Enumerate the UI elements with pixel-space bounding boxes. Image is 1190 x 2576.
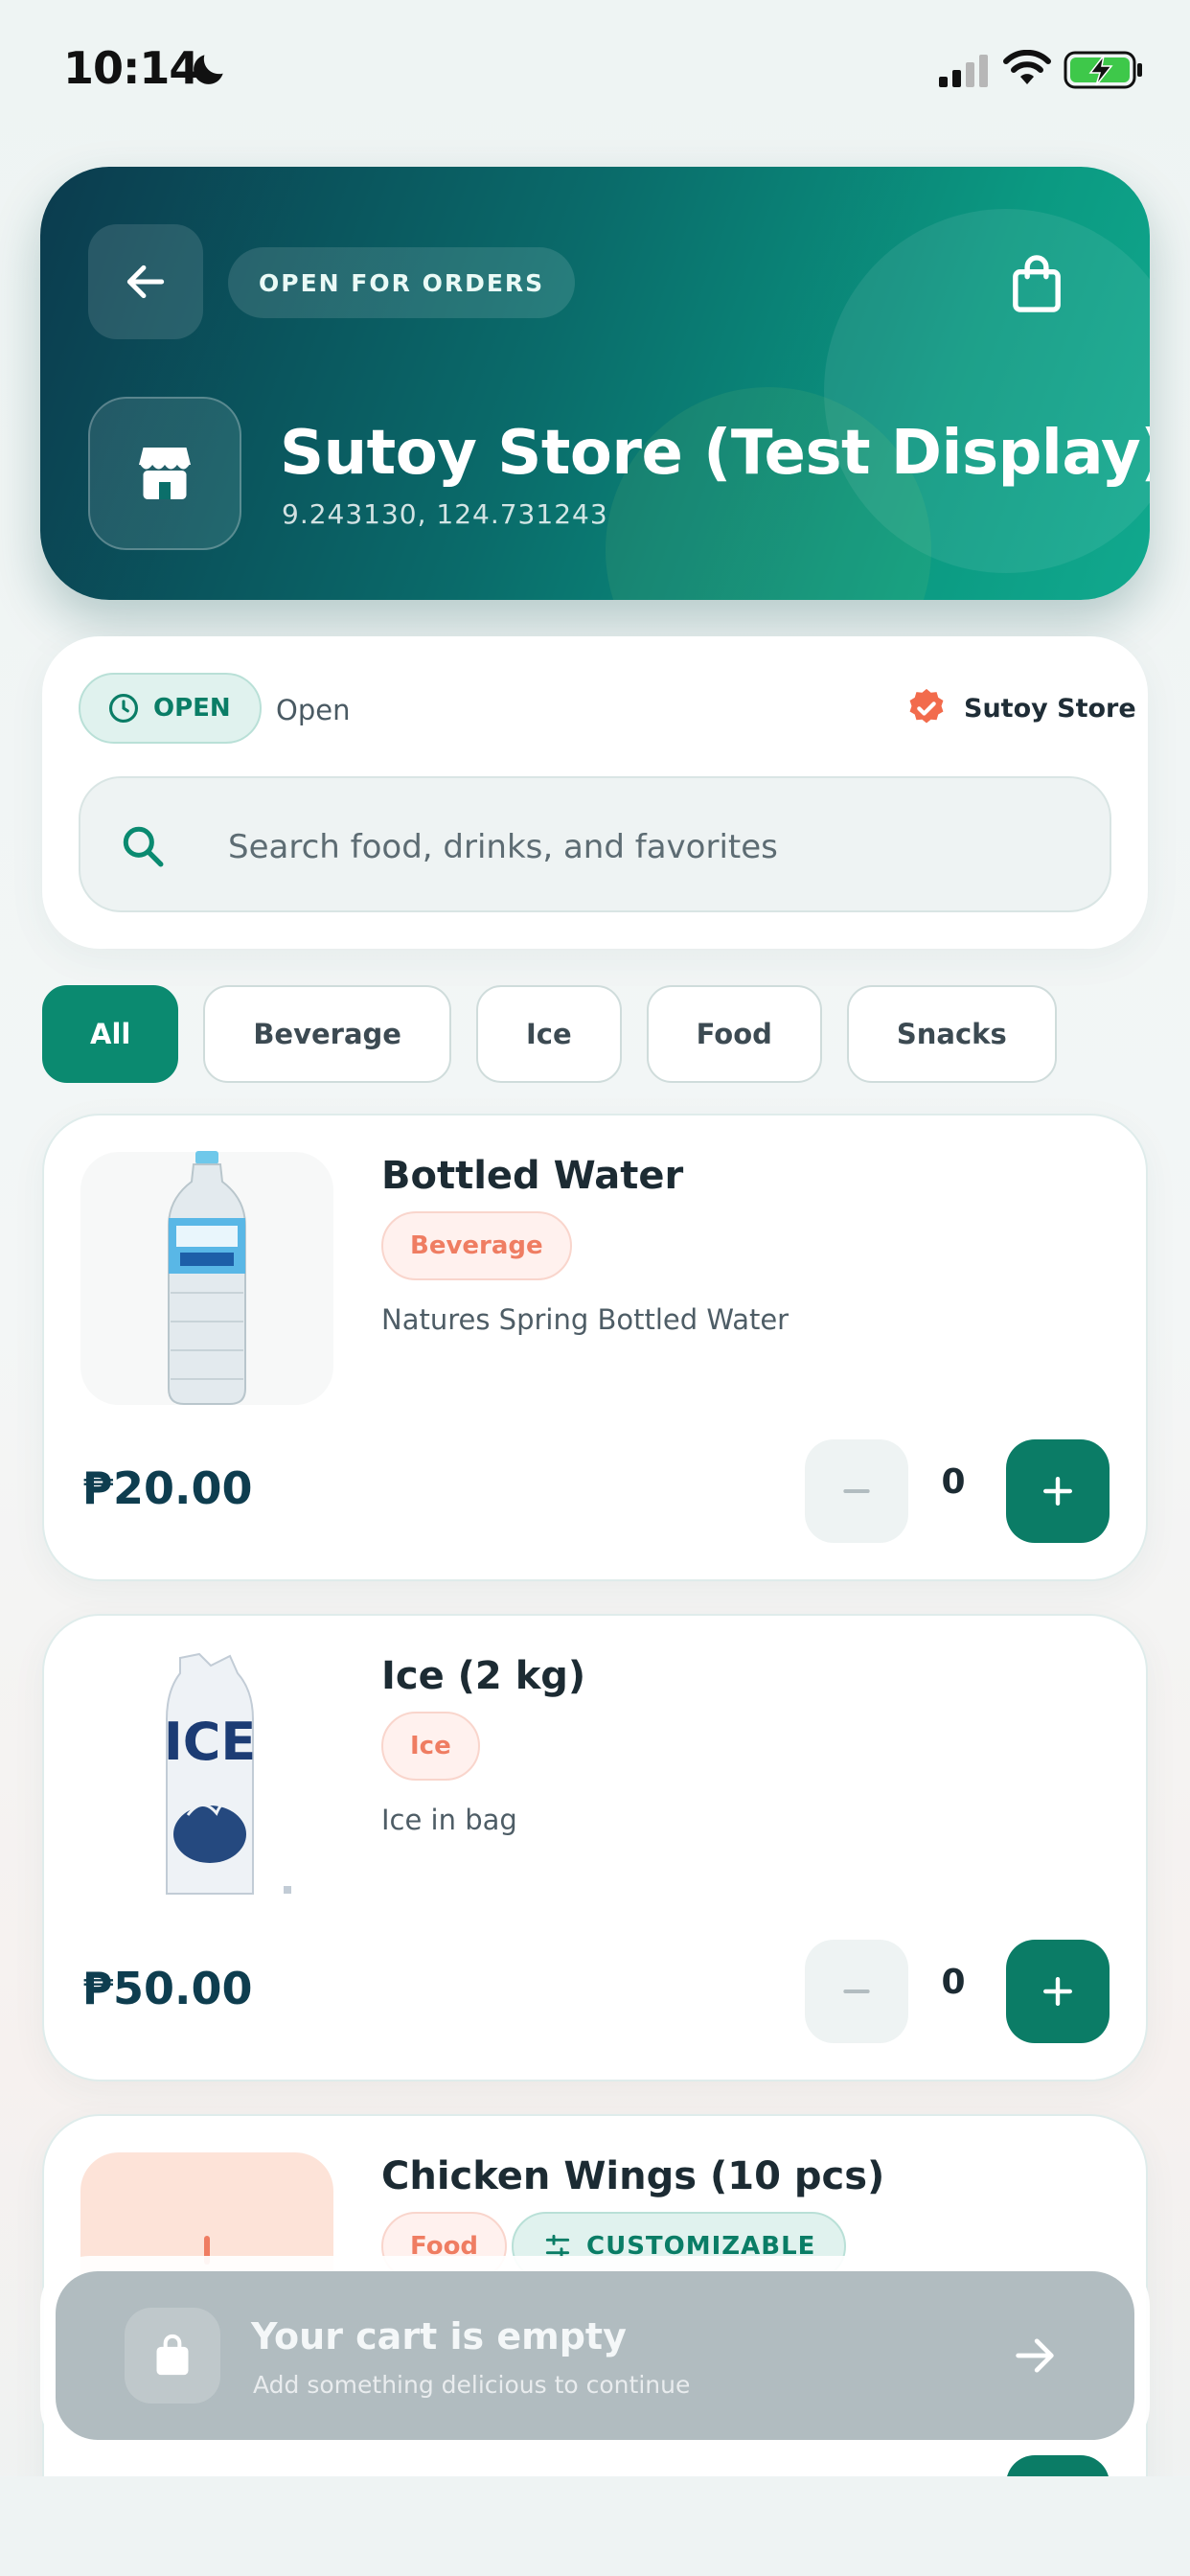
back-arrow-icon xyxy=(126,264,165,299)
category-chip-all[interactable]: All xyxy=(42,985,179,1083)
svg-text:ICE: ICE xyxy=(164,1712,257,1772)
arrow-right-icon xyxy=(1016,2338,1054,2373)
plus-icon xyxy=(1042,1476,1073,1506)
shopping-bag-icon xyxy=(1013,255,1061,312)
open-for-orders-pill: OPEN FOR ORDERS xyxy=(228,247,576,318)
decrease-quantity-button[interactable] xyxy=(805,1439,908,1543)
store-header: OPEN FOR ORDERS Sutoy Store (Test Displa… xyxy=(40,167,1150,600)
product-category-tag: Ice xyxy=(381,1712,480,1781)
cart-subtitle: Add something delicious to continue xyxy=(253,2371,691,2399)
store-avatar xyxy=(88,397,241,550)
search-input[interactable]: Search food, drinks, and favorites xyxy=(79,776,1111,912)
bottom-safe-area xyxy=(0,2476,1190,2576)
store-coordinates: 9.243130, 124.731243 xyxy=(282,498,608,530)
cart-icon-box xyxy=(125,2308,220,2404)
wifi-icon xyxy=(1003,50,1051,84)
product-name: Bottled Water xyxy=(381,1154,684,1198)
checkout-button[interactable]: Your cart is empty Add something delicio… xyxy=(56,2271,1134,2440)
product-image: ICE xyxy=(80,1652,333,1905)
product-price: ₱50.00 xyxy=(82,1963,253,2014)
category-chip-snacks[interactable]: Snacks xyxy=(846,985,1057,1083)
product-description: Ice in bag xyxy=(381,1804,517,1836)
store-icon xyxy=(139,448,191,499)
quantity-value: 0 xyxy=(941,1963,966,2002)
category-chip-beverage[interactable]: Beverage xyxy=(203,985,451,1083)
increase-quantity-button[interactable] xyxy=(1006,1439,1110,1543)
increase-quantity-button[interactable] xyxy=(1006,1940,1110,2043)
product-image xyxy=(80,1151,333,1405)
signal-icon xyxy=(939,55,988,87)
store-title: Sutoy Store (Test Display) xyxy=(280,418,1150,489)
category-filter: All Beverage Ice Food Snacks xyxy=(42,985,1057,1083)
open-status-badge: OPEN xyxy=(79,673,262,744)
water-bottle-image xyxy=(168,1151,246,1405)
minus-icon xyxy=(843,1990,870,1993)
quantity-value: 0 xyxy=(941,1462,966,1502)
clock-icon xyxy=(108,693,139,724)
moon-icon xyxy=(194,55,223,84)
product-name: Chicken Wings (10 pcs) xyxy=(381,2154,885,2198)
shopping-bag-icon xyxy=(156,2334,189,2376)
verified-badge-icon xyxy=(909,688,944,724)
category-chip-food[interactable]: Food xyxy=(646,985,822,1083)
category-chip-ice[interactable]: Ice xyxy=(475,985,622,1083)
search-icon xyxy=(123,826,164,867)
cart-title: Your cart is empty xyxy=(251,2315,627,2358)
battery-icon xyxy=(1064,51,1142,89)
decrease-quantity-button[interactable] xyxy=(805,1940,908,2043)
search-placeholder: Search food, drinks, and favorites xyxy=(228,828,778,866)
status-bar: 10:14 xyxy=(0,0,1190,144)
product-card: Bottled Water Beverage Natures Spring Bo… xyxy=(42,1114,1148,1581)
product-price: ₱20.00 xyxy=(82,1462,253,1514)
product-category-tag: Beverage xyxy=(381,1211,572,1280)
open-status-text: Open xyxy=(276,694,351,726)
minus-icon xyxy=(843,1489,870,1493)
cart-summary-bar: Your cart is empty Add something delicio… xyxy=(40,2256,1150,2455)
back-button[interactable] xyxy=(88,224,203,339)
app-screen: 10:14 OPEN FOR ORDERS Sutoy Store (Test … xyxy=(0,0,1190,2576)
plus-icon xyxy=(1042,1976,1073,2007)
product-description: Natures Spring Bottled Water xyxy=(381,1303,790,1336)
store-name-tag: Sutoy Store xyxy=(964,694,1136,724)
store-info-card: OPEN Open Sutoy Store Search food, drink… xyxy=(42,636,1148,949)
product-card: ICE Ice (2 kg) Ice Ice in bag ₱50.00 0 xyxy=(42,1614,1148,2082)
status-time: 10:14 xyxy=(63,42,199,94)
ice-bag-image: ICE xyxy=(164,1652,291,1895)
open-badge-label: OPEN xyxy=(153,694,231,723)
cart-button[interactable] xyxy=(1000,247,1073,320)
product-name: Ice (2 kg) xyxy=(381,1654,586,1698)
